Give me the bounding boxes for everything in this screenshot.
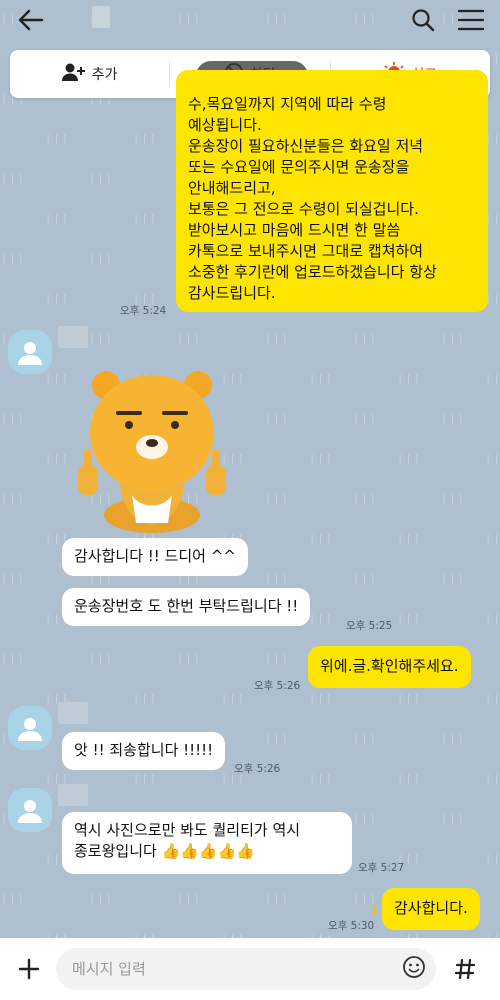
message-input[interactable] [72, 960, 372, 978]
bear-sticker [78, 371, 226, 533]
message-time: 오후 5:27 [358, 862, 405, 874]
message-input-bar [0, 938, 500, 1000]
top-bar [0, 0, 500, 40]
message-text: 감사합니다. [394, 899, 468, 917]
add-friend-label: 추가 [91, 67, 118, 83]
chat-title-redacted [92, 6, 110, 28]
message-time: 오후 5:25 [346, 620, 393, 632]
message-line: 카톡으로 보내주시면 그대로 캡쳐하여 [188, 242, 424, 260]
message-text: 운송장번호 도 한번 부탁드립니다 !! [74, 597, 299, 615]
avatar[interactable] [8, 706, 52, 750]
default-avatar-icon [18, 718, 42, 741]
sender-name-redacted [58, 702, 88, 724]
message-text: 수,목요일까지 지역에 따라 수령예상됩니다. 운송장이 필요하신분들은 화요일 … [188, 94, 476, 304]
plus-icon[interactable] [12, 952, 46, 986]
message-text: 종로왕입니다 👍👍👍👍👍 [74, 842, 255, 860]
sender-name-redacted [58, 784, 88, 806]
their-message-bubble[interactable]: 역시 사진으로만 봐도 퀄리티가 역시 종로왕입니다 👍👍👍👍👍 [62, 812, 352, 874]
hamburger-menu-icon[interactable] [456, 5, 486, 35]
message-text: 감사합니다 !! 드디어 ^^ [74, 547, 236, 565]
their-message-bubble[interactable]: 운송장번호 도 한번 부탁드립니다 !! [62, 588, 311, 626]
add-person-icon [61, 62, 86, 86]
message-line: 보통은 그 전으로 수령이 되실겁니다. [188, 200, 419, 218]
message-line: 또는 수요일에 문의주시면 운송장을 [188, 158, 410, 176]
sender-name-redacted [58, 326, 88, 348]
message-time: 오후 5:24 [120, 305, 167, 317]
search-icon[interactable] [408, 5, 438, 35]
add-friend-button[interactable]: 추가 [10, 50, 169, 98]
message-line: 소중한 후기란에 업로드하겠습니다 항상 [188, 263, 437, 281]
their-message-bubble[interactable]: 감사합니다 !! 드디어 ^^ [62, 538, 248, 576]
message-text: 위에.글.확인해주세요. [320, 657, 459, 675]
back-arrow-icon[interactable] [14, 3, 48, 37]
message-line: 예상됩니다. [188, 116, 262, 134]
message-line: 받아보시고 마음에 드시면 한 말씀 [188, 221, 401, 239]
message-time: 오후 5:30 [328, 920, 375, 932]
message-line: 운송장이 필요하신분들은 화요일 저녁 [188, 137, 424, 155]
avatar[interactable] [8, 788, 52, 832]
unread-count: 1 [370, 904, 378, 916]
their-message-bubble[interactable]: 앗 !! 죄송합니다 !!!!! [62, 732, 226, 770]
my-message-bubble[interactable]: 수,목요일까지 지역에 따라 수령예상됩니다. 운송장이 필요하신분들은 화요일 … [176, 70, 488, 312]
message-text: 앗 !! 죄송합니다 !!!!! [74, 741, 214, 759]
message-time: 오후 5:26 [234, 763, 281, 775]
message-line: 감사드립니다. [188, 284, 276, 302]
hash-icon[interactable] [448, 952, 482, 986]
message-line: 안내해드리고, [188, 179, 276, 197]
my-message-bubble[interactable]: 위에.글.확인해주세요. [308, 646, 471, 688]
avatar[interactable] [8, 330, 52, 374]
message-line: 수,목요일까지 지역에 따라 수령 [188, 95, 387, 113]
my-message-bubble[interactable]: 감사합니다. [382, 888, 480, 930]
default-avatar-icon [18, 342, 42, 365]
default-avatar-icon [18, 800, 42, 823]
emoji-icon[interactable] [402, 955, 426, 983]
message-input-container [56, 948, 436, 990]
message-time: 오후 5:26 [254, 680, 301, 692]
message-text: 역시 사진으로만 봐도 퀄리티가 역시 [74, 821, 301, 839]
